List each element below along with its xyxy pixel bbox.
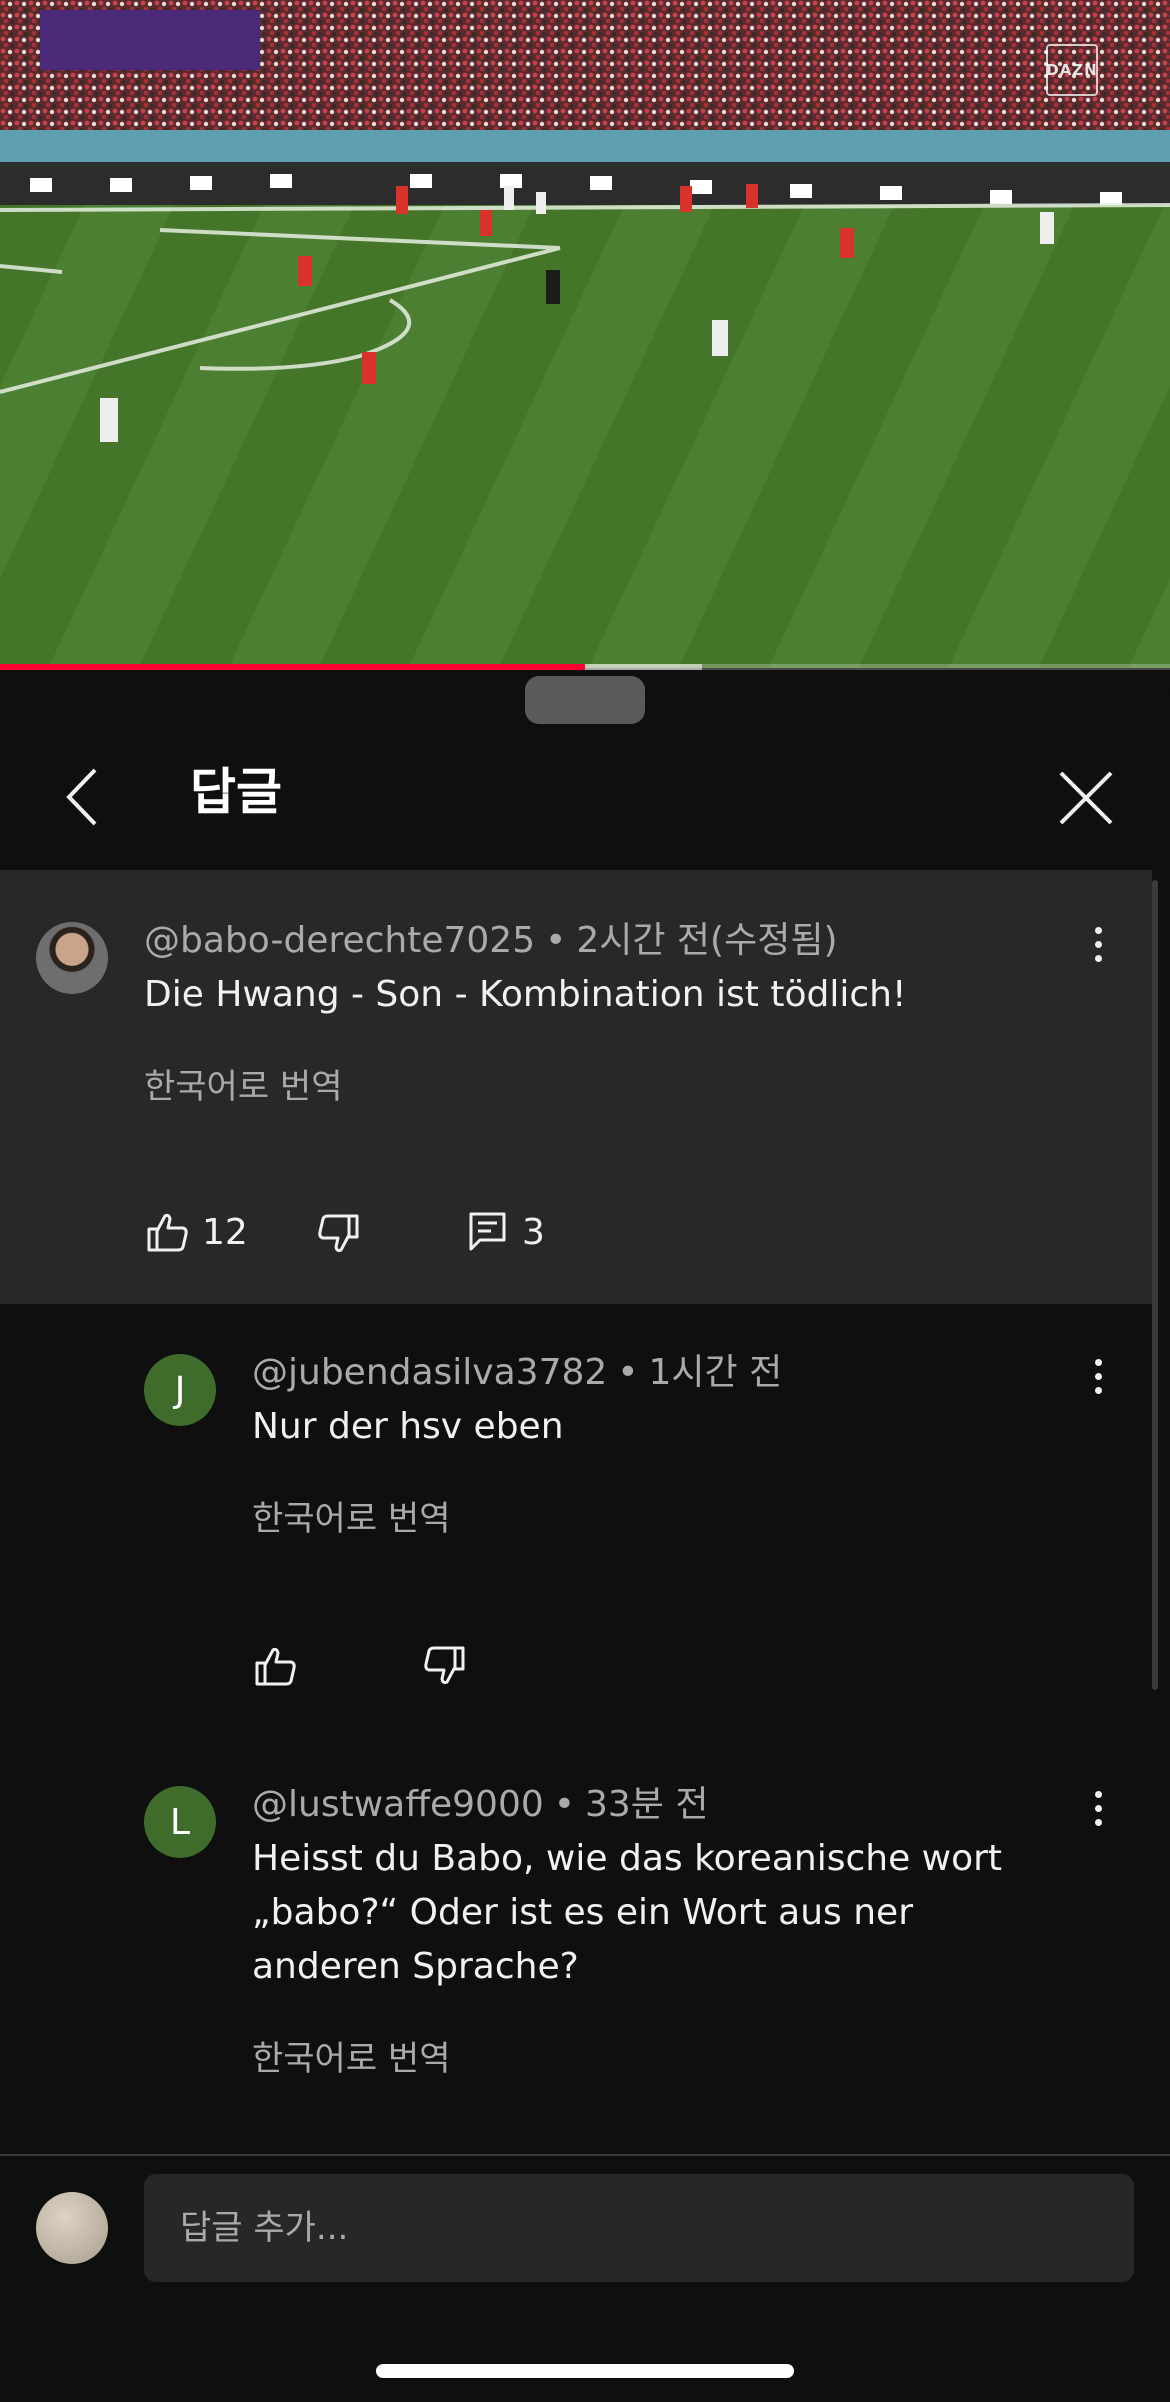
dislike-button[interactable] bbox=[316, 1212, 360, 1256]
page-title: 답글 bbox=[190, 763, 282, 821]
video-progress-bar[interactable] bbox=[0, 664, 1170, 670]
like-button[interactable] bbox=[254, 1644, 298, 1688]
more-vert-icon bbox=[1094, 926, 1102, 934]
video-frame bbox=[0, 0, 1170, 668]
reply-input[interactable] bbox=[144, 2174, 1134, 2282]
reply-count: 3 bbox=[522, 1212, 545, 1253]
comment-time: 33분 전 bbox=[585, 1784, 709, 1825]
user-avatar bbox=[36, 2192, 108, 2264]
more-options-button[interactable] bbox=[1078, 1778, 1118, 1838]
avatar[interactable]: J bbox=[144, 1354, 216, 1426]
more-vert-icon bbox=[1094, 1790, 1102, 1798]
comment-author[interactable]: @babo-derechte7025 bbox=[144, 920, 535, 961]
close-icon bbox=[1059, 771, 1113, 825]
comment-author[interactable]: @lustwaffe9000 bbox=[252, 1784, 544, 1825]
like-button[interactable] bbox=[146, 1210, 190, 1254]
comment-meta: @lustwaffe9000 • 33분 전 bbox=[252, 1782, 709, 1828]
close-button[interactable] bbox=[1050, 762, 1122, 834]
avatar[interactable]: L bbox=[144, 1786, 216, 1858]
translate-link[interactable]: 한국어로 번역 bbox=[252, 2036, 451, 2082]
back-button[interactable] bbox=[48, 762, 118, 832]
comment-time: 1시간 전 bbox=[648, 1352, 783, 1393]
translate-link[interactable]: 한국어로 번역 bbox=[252, 1496, 451, 1542]
comment-text: Die Hwang - Son - Kombination ist tödlic… bbox=[144, 974, 907, 1015]
home-indicator bbox=[376, 2364, 794, 2378]
sheet-drag-handle[interactable] bbox=[525, 676, 645, 724]
dislike-button[interactable] bbox=[422, 1644, 466, 1688]
dazn-watermark: DAZN bbox=[1046, 44, 1098, 96]
translate-link[interactable]: 한국어로 번역 bbox=[144, 1064, 343, 1110]
more-vert-icon bbox=[1094, 1358, 1102, 1366]
composer-divider bbox=[0, 2154, 1170, 2156]
chevron-left-icon bbox=[66, 768, 97, 826]
meta-separator: • bbox=[545, 920, 567, 961]
comment-text: Nur der hsv eben bbox=[252, 1406, 564, 1447]
comment-meta: @jubendasilva3782 • 1시간 전 bbox=[252, 1350, 782, 1396]
more-options-button[interactable] bbox=[1078, 1346, 1118, 1406]
comment-meta: @babo-derechte7025 • 2시간 전(수정됨) bbox=[144, 918, 838, 964]
meta-separator: • bbox=[617, 1352, 639, 1393]
more-options-button[interactable] bbox=[1078, 914, 1118, 974]
progress-played bbox=[0, 664, 585, 670]
like-count: 12 bbox=[202, 1212, 248, 1253]
comment-time: 2시간 전(수정됨) bbox=[576, 920, 838, 961]
reply-button[interactable] bbox=[466, 1210, 510, 1254]
comment-text: Heisst du Babo, wie das koreanische wort… bbox=[252, 1838, 1003, 1987]
video-player[interactable]: DAZN bbox=[0, 0, 1170, 668]
replies-header: 답글 bbox=[0, 724, 1170, 870]
comment-author[interactable]: @jubendasilva3782 bbox=[252, 1352, 607, 1393]
scrollbar[interactable] bbox=[1152, 880, 1158, 1690]
meta-separator: • bbox=[553, 1784, 575, 1825]
avatar[interactable] bbox=[36, 922, 108, 994]
